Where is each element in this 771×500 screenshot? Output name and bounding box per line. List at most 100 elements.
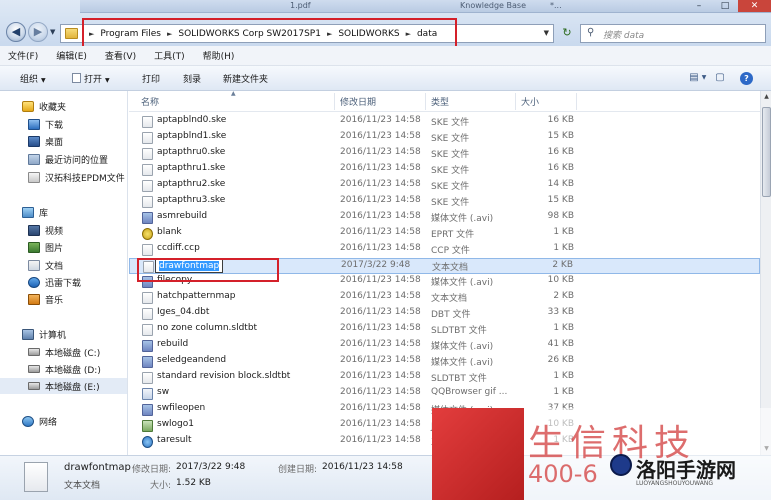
file-row[interactable]: aptapblnd1.ske 2016/11/23 14:58 SKE 文件 15 K… — [129, 130, 760, 146]
preview-pane-icon[interactable]: ▢ — [712, 71, 728, 85]
file-type: SKE 文件 — [431, 166, 470, 176]
file-row[interactable]: seledgeandend 2016/11/23 14:58 媒体文件 (.avi)… — [129, 354, 760, 370]
file-date: 2016/11/23 14:58 — [340, 195, 421, 205]
nav-item-thunder[interactable]: 迅雷下载 — [0, 274, 127, 290]
nav-item-drive-e[interactable]: 本地磁盘 (E:) — [0, 378, 127, 394]
column-header-row: ▲ 名称 修改日期 类型 大小 — [129, 91, 760, 112]
file-row[interactable]: ccdiff.ccp 2016/11/23 14:58 CCP 文件 1 KB — [129, 242, 760, 258]
scroll-up-icon[interactable]: ▲ — [761, 91, 771, 103]
search-input[interactable]: ⚲ 搜索 data — [580, 24, 766, 43]
new-folder-button[interactable]: 新建文件夹 — [223, 72, 268, 85]
organize-button[interactable]: 组织 ▼ — [20, 72, 46, 85]
file-row[interactable]: rebuild 2016/11/23 14:58 媒体文件 (.avi) 41 KB — [129, 338, 760, 354]
menu-view[interactable]: 查看(V) — [105, 49, 136, 62]
file-date: 2016/11/23 14:58 — [340, 211, 421, 221]
file-type: 文本文档 — [431, 294, 468, 304]
file-size: 1 KB — [553, 387, 574, 397]
file-size: 2 KB — [552, 260, 573, 270]
file-date: 2016/11/23 14:58 — [340, 179, 421, 189]
file-file-icon — [142, 324, 153, 336]
nav-favorites[interactable]: 收藏夹 — [0, 98, 127, 114]
menu-tools[interactable]: 工具(T) — [154, 49, 185, 62]
vertical-scrollbar[interactable]: ▲ ▼ — [760, 91, 771, 455]
nav-label: 桌面 — [45, 137, 64, 148]
nav-label: 库 — [39, 208, 49, 219]
file-row[interactable]: sw 2016/11/23 14:58 QQBrowser gif ... 1 KB — [129, 386, 760, 402]
recent-pages-dropdown-icon[interactable]: ▼ — [50, 28, 55, 36]
nav-item-drive-d[interactable]: 本地磁盘 (D:) — [0, 361, 127, 377]
nav-network[interactable]: 网络 — [0, 413, 127, 429]
open-button[interactable]: 打开 ▼ — [72, 72, 110, 85]
print-button[interactable]: 打印 — [142, 72, 160, 85]
column-header-date[interactable]: 修改日期 — [340, 95, 376, 108]
file-row[interactable]: no zone column.sldtbt 2016/11/23 14:58 SLD… — [129, 322, 760, 338]
details-modified-value: 2017/3/22 9:48 — [176, 462, 246, 472]
file-size: 1 KB — [553, 227, 574, 237]
details-file-name: drawfontmap — [64, 462, 131, 473]
menu-edit[interactable]: 编辑(E) — [56, 49, 87, 62]
star-icon — [22, 100, 34, 112]
file-name: seledgeandend — [157, 355, 227, 365]
column-header-size[interactable]: 大小 — [521, 95, 539, 108]
menu-file[interactable]: 文件(F) — [8, 49, 38, 62]
file-file-icon — [142, 244, 153, 256]
file-row[interactable]: aptapthru2.ske 2016/11/23 14:58 SKE 文件 14 K… — [129, 178, 760, 194]
address-history-dropdown-icon[interactable]: ▼ — [544, 29, 549, 37]
file-row[interactable]: standard revision block.sldtbt 2016/11/23… — [129, 370, 760, 386]
media-file-icon — [142, 404, 153, 416]
file-row[interactable]: aptapblnd0.ske 2016/11/23 14:58 SKE 文件 16 K… — [129, 114, 760, 130]
qq-file-icon — [142, 388, 153, 400]
column-divider[interactable] — [576, 93, 577, 110]
back-button[interactable]: ◀ — [6, 22, 26, 42]
file-type: SKE 文件 — [431, 150, 470, 160]
file-row[interactable]: aptapthru0.ske 2016/11/23 14:58 SKE 文件 16 K… — [129, 146, 760, 162]
menu-help[interactable]: 帮助(H) — [203, 49, 235, 62]
file-name: rebuild — [157, 339, 189, 349]
nav-item-documents[interactable]: 文档 — [0, 257, 127, 273]
forward-button[interactable]: ▶ — [28, 22, 48, 42]
file-row[interactable]: Iges_04.dbt 2016/11/23 14:58 DBT 文件 33 KB — [129, 306, 760, 322]
column-header-name[interactable]: 名称 — [141, 95, 159, 108]
nav-item-downloads[interactable]: 下载 — [0, 116, 127, 132]
nav-item-videos[interactable]: 视频 — [0, 222, 127, 238]
video-icon — [28, 224, 40, 236]
file-name: aptapthru0.ske — [157, 147, 226, 157]
file-row[interactable]: asmrebuild 2016/11/23 14:58 媒体文件 (.avi) 98 … — [129, 210, 760, 226]
file-type: 媒体文件 (.avi) — [431, 358, 494, 368]
file-type: EPRT 文件 — [431, 230, 475, 240]
nav-label: 汉拓科技EPDM文件 — [45, 173, 125, 184]
nav-item-pictures[interactable]: 图片 — [0, 239, 127, 255]
nav-item-recent[interactable]: 最近访问的位置 — [0, 151, 127, 167]
file-name: sw — [157, 387, 170, 397]
help-icon[interactable]: ? — [740, 72, 753, 85]
nav-computer[interactable]: 计算机 — [0, 326, 127, 342]
burn-button[interactable]: 刻录 — [183, 72, 201, 85]
column-header-type[interactable]: 类型 — [431, 95, 449, 108]
nav-item-desktop[interactable]: 桌面 — [0, 133, 127, 149]
column-divider[interactable] — [425, 93, 426, 110]
nav-item-music[interactable]: 音乐 — [0, 291, 127, 307]
maximize-icon[interactable]: □ — [712, 0, 738, 12]
file-row[interactable]: hatchpatternmap 2016/11/23 14:58 文本文档 2 KB — [129, 290, 760, 306]
watermark-brand-text: 洛阳手游网 — [636, 458, 736, 482]
file-name: aptapblnd1.ske — [157, 131, 227, 141]
file-row[interactable]: aptapthru3.ske 2016/11/23 14:58 SKE 文件 15 K… — [129, 194, 760, 210]
nav-item-drive-c[interactable]: 本地磁盘 (C:) — [0, 344, 127, 360]
file-row[interactable]: aptapthru1.ske 2016/11/23 14:58 SKE 文件 16 K… — [129, 162, 760, 178]
nav-label: 下载 — [45, 120, 64, 131]
column-divider[interactable] — [334, 93, 335, 110]
minimize-icon[interactable]: – — [686, 0, 712, 12]
refresh-icon[interactable]: ↻ — [557, 24, 577, 43]
column-divider[interactable] — [515, 93, 516, 110]
downloads-icon — [28, 118, 40, 130]
scrollbar-thumb[interactable] — [762, 107, 771, 197]
nav-item-epdm[interactable]: 汉拓科技EPDM文件 — [0, 169, 127, 185]
file-size: 15 KB — [547, 131, 574, 141]
file-type: 文本文档 — [432, 263, 469, 273]
close-icon[interactable]: ✕ — [738, 0, 771, 12]
nav-label: 音乐 — [45, 295, 64, 306]
file-size: 16 KB — [547, 115, 574, 125]
chevron-down-icon[interactable]: ▼ — [700, 71, 708, 85]
file-row[interactable]: blank 2016/11/23 14:58 EPRT 文件 1 KB — [129, 226, 760, 242]
nav-libraries[interactable]: 库 — [0, 204, 127, 220]
